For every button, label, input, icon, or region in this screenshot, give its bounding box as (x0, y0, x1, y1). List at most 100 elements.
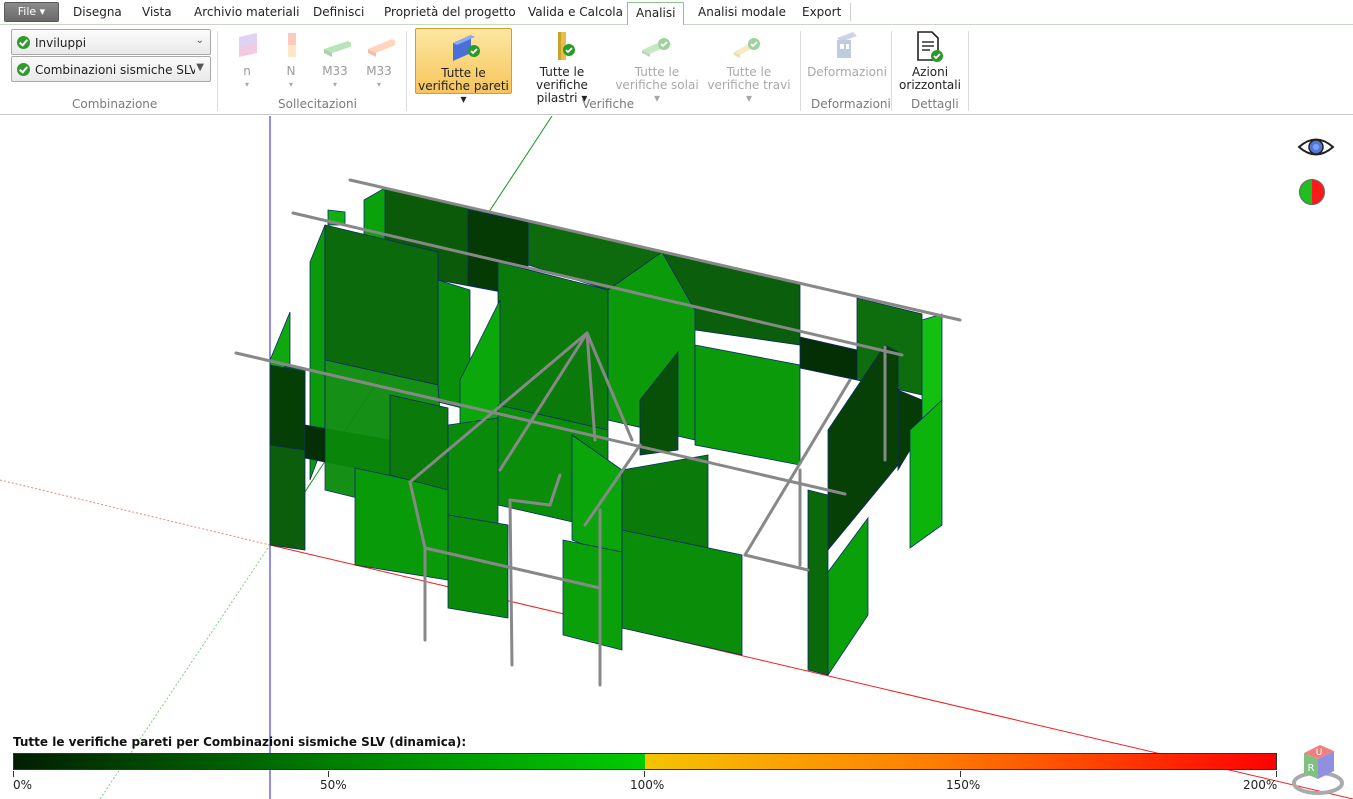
group-label-combinazione: Combinazione (72, 97, 158, 111)
wall-panel[interactable] (269, 364, 306, 451)
dropdown-arrow-icon: ▾ (288, 80, 293, 89)
deformations-button[interactable]: Deformazioni (807, 28, 887, 94)
wall-panel[interactable] (447, 417, 499, 526)
wall-panel[interactable] (447, 514, 509, 619)
tab-proprieta-progetto[interactable]: Proprietà del progetto (384, 5, 516, 25)
all-slab-checks-button[interactable]: Tutte le verifiche solai ▾ (612, 28, 702, 105)
stress-m33-label: M33 (366, 64, 392, 78)
tab-archivio-materiali[interactable]: Archivio materiali (194, 5, 299, 25)
wall-panel[interactable] (621, 529, 743, 656)
combination-select[interactable]: Combinazioni sismiche SLV (d ▼ (11, 56, 211, 82)
stress-n-button[interactable]: n ▾ (225, 31, 269, 91)
legend-tick-label: 200% (1243, 778, 1278, 792)
legend-tick-label: 0% (13, 778, 33, 792)
legend-tick (960, 771, 961, 777)
all-beam-checks-button[interactable]: Tutte le verifiche travi ▾ (704, 28, 794, 105)
tab-analisi-modale[interactable]: Analisi modale (698, 5, 786, 25)
all-beam-checks-line2: verifiche travi ▾ (707, 78, 791, 105)
tab-vista[interactable]: Vista (142, 5, 172, 25)
stress-m33-label: M33 (322, 64, 348, 78)
chevron-down-icon: ⌄ (195, 35, 204, 46)
walls[interactable] (269, 187, 943, 677)
wall-panel[interactable] (807, 489, 829, 676)
beam-moment-icon (324, 41, 351, 57)
legend-color-bar (13, 753, 1277, 770)
visibility-eye-icon[interactable] (1297, 132, 1335, 162)
legend-high-range (645, 754, 1276, 769)
dropdown-arrow-icon: ▾ (332, 80, 337, 89)
wall-panel[interactable] (324, 224, 439, 386)
all-wall-checks-button[interactable]: Tutte le verifiche pareti ▾ (415, 28, 512, 106)
ribbon-tab-bar: File ▾ Disegna Vista Archivio materiali … (0, 0, 1353, 26)
wall-panel[interactable] (571, 434, 623, 561)
legend-tick-label: 150% (946, 778, 981, 792)
group-separator (406, 31, 407, 111)
slab-moment-icon (368, 39, 395, 57)
stress-n-icon (239, 33, 257, 57)
group-label-deformazioni: Deformazioni (811, 97, 891, 111)
legend-tick-label: 50% (320, 778, 347, 792)
group-separator (800, 31, 801, 111)
beam-check-icon (734, 38, 762, 58)
envelope-combo-value: Inviluppi (35, 36, 87, 50)
horizontal-actions-line1: Azioni (911, 65, 949, 79)
document-check-icon (917, 31, 943, 62)
legend-tick (328, 771, 329, 777)
combination-select-value: Combinazioni sismiche SLV (d (35, 63, 195, 77)
legend-tick-label: 100% (630, 778, 665, 792)
check-icon (17, 36, 30, 49)
navcube-top-label: U (1316, 748, 1323, 758)
group-separator (968, 31, 969, 111)
all-wall-checks-line2: verifiche pareti ▾ (418, 79, 509, 106)
dropdown-arrow-icon: ▼ (196, 62, 204, 73)
stress-n-label: n (243, 64, 251, 78)
legend-title: Tutte le verifiche pareti per Combinazio… (13, 735, 467, 749)
navcube-front-label: R (1308, 763, 1315, 774)
group-label-sollecitazioni: Sollecitazioni (278, 97, 357, 111)
ribbon: Inviluppi ⌄ Combinazioni sismiche SLV (d… (0, 25, 1353, 115)
navigation-cube[interactable]: U R (1290, 739, 1346, 795)
legend-tick (1276, 771, 1277, 777)
group-separator (891, 31, 892, 111)
tab-analisi[interactable]: Analisi (627, 2, 685, 26)
check-icon (17, 63, 30, 76)
tab-valida-calcola[interactable]: Valida e Calcola (528, 5, 623, 25)
horizontal-actions-line2: orizzontali (899, 78, 961, 92)
slab-check-icon (642, 38, 672, 57)
deformation-icon (837, 32, 857, 58)
tab-export[interactable]: Export (802, 5, 841, 25)
all-column-checks-line2: verifiche pilastri ▾ (536, 78, 588, 105)
stress-N-icon (288, 33, 296, 57)
all-beam-checks-line1: Tutte le (726, 65, 772, 79)
deformations-label: Deformazioni (807, 65, 887, 79)
all-column-checks-button[interactable]: Tutte le verifiche pilastri ▾ (514, 28, 610, 105)
tab-separator (850, 3, 851, 21)
color-scheme-toggle-icon[interactable] (1299, 179, 1325, 205)
wall-check-icon (453, 35, 480, 61)
horizontal-actions-button[interactable]: Azioni orizzontali (898, 28, 962, 94)
dropdown-arrow-icon: ▾ (376, 80, 381, 89)
file-menu-button[interactable]: File ▾ (4, 2, 59, 22)
wall-panel[interactable] (562, 539, 623, 651)
stress-m33-slab-button[interactable]: M33 ▾ (357, 31, 401, 91)
legend-tick (644, 771, 645, 777)
3d-viewport[interactable]: Tutte le verifiche pareti per Combinazio… (0, 116, 1353, 799)
stress-m33-beam-button[interactable]: M33 ▾ (313, 31, 357, 91)
group-separator (217, 31, 218, 111)
all-column-checks-line1: Tutte le (539, 65, 585, 79)
legend-low-range (14, 754, 645, 769)
all-wall-checks-line1: Tutte le (441, 66, 486, 80)
wall-panel[interactable] (694, 344, 801, 466)
all-slab-checks-line1: Tutte le (634, 65, 680, 79)
tab-definisci[interactable]: Definisci (313, 5, 364, 25)
tab-disegna[interactable]: Disegna (73, 5, 122, 25)
stress-N-label: N (286, 64, 296, 78)
structure-model[interactable] (0, 116, 1353, 799)
group-label-verifiche: Verifiche (582, 97, 635, 111)
dropdown-arrow-icon: ▾ (244, 80, 249, 89)
x-axis-negative (0, 479, 271, 546)
group-label-dettagli: Dettagli (911, 97, 959, 111)
envelope-combo[interactable]: Inviluppi ⌄ (11, 29, 211, 55)
stress-N-button[interactable]: N ▾ (269, 31, 313, 91)
column-check-icon (558, 32, 575, 60)
